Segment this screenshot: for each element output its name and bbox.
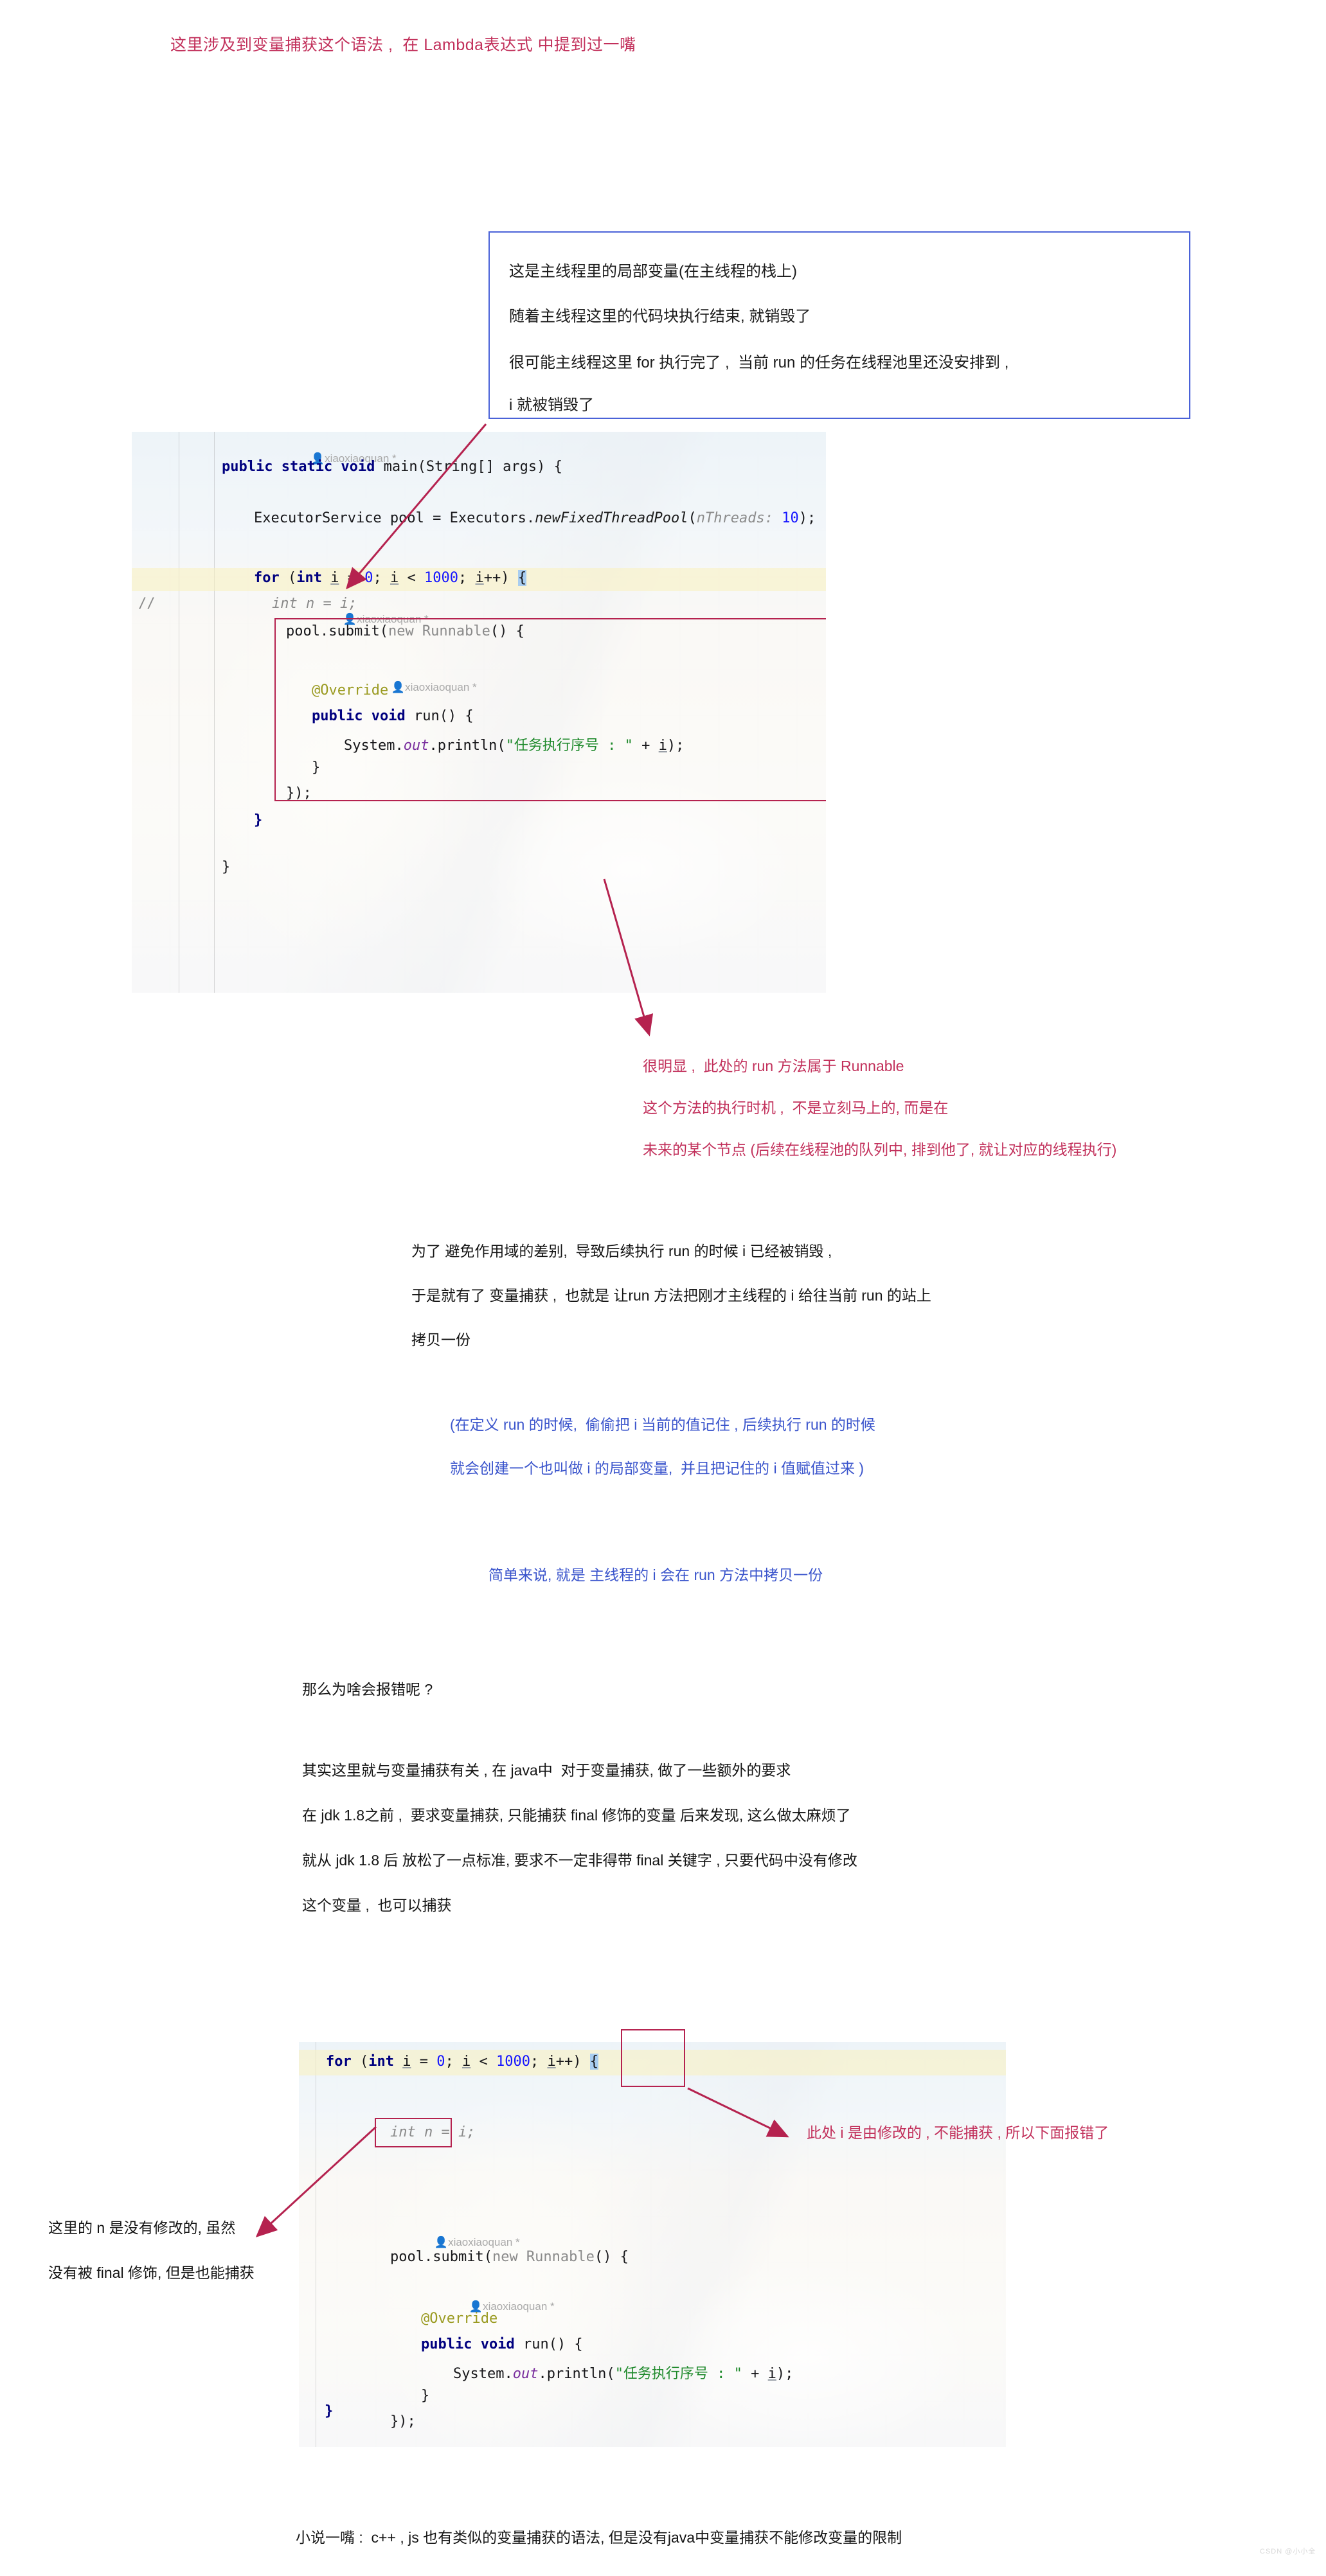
callout-line-3: 很可能主线程这里 for 执行完了 , 当前 run 的任务在线程池里还没安排到…	[509, 354, 1009, 371]
note-black-2-line-3: 在 jdk 1.8之前 , 要求变量捕获, 只能捕获 final 修饰的变量 后…	[302, 1807, 851, 1824]
code2-line-for: for (int i = 0; i < 1000; i++) {	[326, 2054, 598, 2070]
code2-line-close-submit: });	[390, 2413, 416, 2429]
note-black-2-line-1: 那么为啥会报错呢 ?	[302, 1681, 433, 1698]
note-black-1-line-2: 于是就有了 变量捕获 , 也就是 让run 方法把刚才主线程的 i 给往当前 r…	[411, 1287, 931, 1304]
code-block-fixed: 👤xiaoxiaoquan * 👤xiaoxiaoquan * for (int…	[299, 2042, 1006, 2447]
note-blue-2: 简单来说, 就是 主线程的 i 会在 run 方法中拷贝一份	[488, 1567, 823, 1583]
code2-line-run: public void run() {	[421, 2336, 583, 2352]
code-line-close-main: }	[222, 859, 231, 875]
callout-box: 这是主线程里的局部变量(在主线程的栈上) 随着主线程这里的代码块执行结束, 就销…	[488, 231, 1190, 419]
code-line-for: for (int i = 0; i < 1000; i++) {	[254, 570, 526, 586]
note-black-3-line-2: 没有被 final 修饰, 但是也能捕获	[48, 2264, 255, 2281]
note-red-1-line-2: 这个方法的执行时机 , 不是立刻马上的, 而是在	[643, 1099, 949, 1116]
code-comment-marker: //	[138, 596, 156, 612]
watermark: CSDN @小小全	[1260, 2548, 1316, 2555]
editor-gutter-2	[214, 432, 215, 993]
note-black-2-line-4: 就从 jdk 1.8 后 放松了一点标准, 要求不一定非得带 final 关键字…	[302, 1852, 857, 1869]
note-red-2: 此处 i 是由修改的 , 不能捕获 , 所以下面报错了	[807, 2124, 1109, 2141]
code2-line-close-run: }	[421, 2388, 430, 2404]
code2-line-println: System.out.println("任务执行序号 : " + i);	[453, 2366, 794, 2382]
editor-veil	[299, 2042, 1006, 2447]
note-black-2-line-5: 这个变量 , 也可以捕获	[302, 1897, 452, 1914]
highlight-rect-runnable	[274, 618, 826, 801]
note-red-1-line-1: 很明显 , 此处的 run 方法属于 Runnable	[643, 1058, 904, 1074]
note-blue-1-line-2: 就会创建一个也叫做 i 的局部变量, 并且把记住的 i 值赋值过来 )	[450, 1460, 864, 1477]
note-blue-1-line-1: (在定义 run 的时候, 偷偷把 i 当前的值记住 , 后续执行 run 的时…	[450, 1416, 875, 1433]
code-block-main: 👤xiaoxiaoquan * 👤xiaoxiaoquan * 👤xiaoxia…	[132, 432, 826, 993]
note-red-1-line-3: 未来的某个节点 (后续在线程池的队列中, 排到他了, 就让对应的线程执行)	[643, 1141, 1117, 1158]
code-line-signature: public static void main(String[] args) {	[222, 459, 562, 475]
code-line-pool: ExecutorService pool = Executors.newFixe…	[254, 510, 816, 526]
note-bottom: 小说一嘴 : c++ , js 也有类似的变量捕获的语法, 但是没有java中变…	[296, 2529, 902, 2546]
page-title: 这里涉及到变量捕获这个语法 , 在 Lambda表达式 中提到过一嘴	[170, 36, 636, 54]
code2-line-close-for: }	[325, 2403, 334, 2419]
note-black-1-line-1: 为了 避免作用域的差别, 导致后续执行 run 的时候 i 已经被销毁 ,	[411, 1243, 832, 1259]
highlight-rect-n-decl	[375, 2118, 452, 2147]
note-black-1-line-3: 拷贝一份	[411, 1331, 470, 1348]
callout-line-4: i 就被销毁了	[509, 396, 594, 414]
code-line-close-for: }	[254, 812, 263, 828]
code2-line-submit: pool.submit(new Runnable() {	[390, 2249, 629, 2265]
callout-line-2: 随着主线程这里的代码块执行结束, 就销毁了	[509, 308, 811, 325]
callout-line-1: 这是主线程里的局部变量(在主线程的栈上)	[509, 263, 797, 280]
user-icon: 👤	[434, 2236, 449, 2248]
code2-line-override: @Override	[421, 2311, 498, 2327]
note-black-2-line-2: 其实这里就与变量捕获有关 , 在 java中 对于变量捕获, 做了一些额外的要求	[302, 1762, 791, 1779]
code-line-commented-n: int n = i;	[272, 596, 357, 612]
highlight-rect-i-increment	[621, 2029, 685, 2087]
note-black-3-line-1: 这里的 n 是没有修改的, 虽然	[48, 2219, 236, 2236]
